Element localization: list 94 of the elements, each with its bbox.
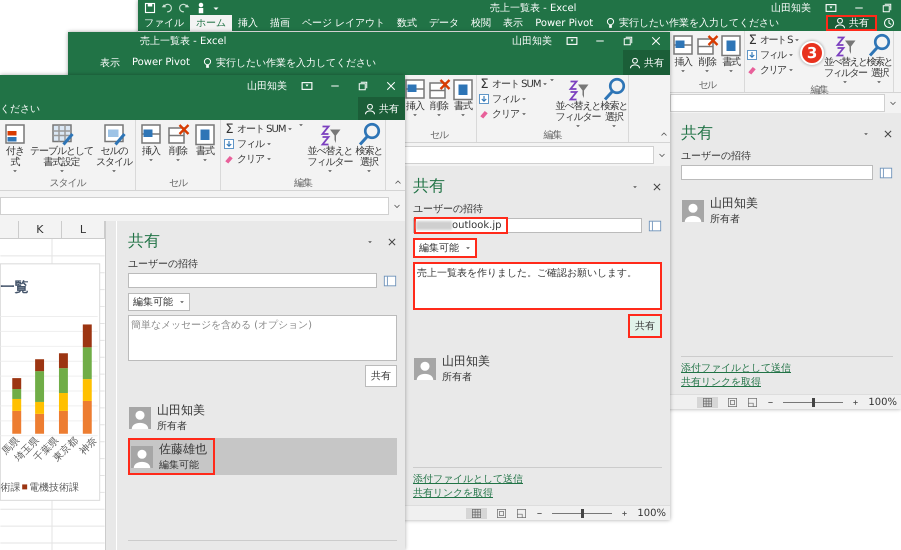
ribbon-button[interactable]: 検索と 選択 [600, 77, 628, 129]
link[interactable]: 共有リンクを取得 [413, 487, 662, 501]
group-label: スタイル [50, 178, 86, 190]
permission-dropdown[interactable]: 編集可能 [128, 293, 190, 311]
ribbon-tab[interactable]: 校閲 [465, 15, 498, 31]
share-button[interactable]: 共有 [628, 314, 662, 338]
ribbon-button[interactable]: 検索と 選択 [354, 122, 384, 174]
window-title: 売上一覧表 - Excel [140, 34, 226, 48]
person-name: 山田知美 [710, 195, 758, 212]
pane-title: 共有 [413, 176, 445, 197]
step-badge: 3 [800, 41, 824, 65]
field-label: ユーザーの招待 [128, 258, 199, 271]
message-field[interactable]: 売上一覧表を作りました。ご確認お願いします。 [413, 262, 662, 310]
ribbon-tab[interactable]: 表示 [497, 15, 530, 31]
window-title: 売上一覧表 - Excel [490, 2, 576, 14]
ribbon-button[interactable]: 削除 [695, 33, 719, 74]
person-row[interactable]: 山田知美 所有者 [128, 401, 397, 434]
email-text: outlook.jp [452, 220, 502, 231]
group-label: 編集 [810, 85, 828, 97]
person-role: 編集可能 [159, 458, 200, 472]
ribbon-tab[interactable]: データ [423, 15, 466, 31]
group-label: セル [698, 80, 716, 92]
ribbon-button[interactable]: クリア [746, 63, 800, 77]
chart-title: 一覧 [0, 280, 28, 296]
message-field[interactable]: 簡単なメッセージを含める (オプション) [128, 315, 397, 361]
ribbon-button[interactable]: クリア [478, 107, 548, 121]
user-name: 山田知美 [512, 34, 552, 48]
ribbon-button[interactable]: 並べ替えと フィルター [555, 77, 600, 129]
field-label: ユーザーの招待 [413, 202, 484, 216]
person-row[interactable]: 佐藤雄也 編集可能 [128, 438, 397, 475]
ribbon-button[interactable]: セルの スタイル [95, 122, 133, 174]
share-button[interactable]: 共有 [623, 50, 670, 75]
person-role: 所有者 [710, 212, 741, 226]
person-name: 山田知美 [442, 353, 490, 370]
invite-field[interactable]: outlook.jp [413, 218, 642, 233]
ribbon-tab[interactable]: 数式 [391, 15, 424, 31]
share-button[interactable]: 共有 [365, 365, 397, 387]
legend-label: 電機技術課 [29, 482, 80, 494]
zoom-level[interactable]: 100% [868, 396, 897, 408]
ribbon-tab[interactable]: 描画 [264, 15, 296, 31]
person-name: 佐藤雄也 [159, 441, 207, 458]
ribbon-tab[interactable]: ファイル [138, 15, 190, 31]
zoom-level[interactable]: 100% [637, 508, 666, 518]
ribbon-tab[interactable]: ページ レイアウト [296, 15, 392, 31]
ribbon-button[interactable]: クリア [223, 152, 294, 166]
ribbon-tab[interactable]: 挿入 [232, 15, 264, 31]
share-button[interactable]: 共有 [358, 97, 405, 120]
axis-label: 神奈 [78, 435, 100, 457]
ribbon-button[interactable]: フィル [478, 92, 548, 106]
ribbon-button[interactable]: 書式 [451, 77, 475, 118]
person-row[interactable]: 山田知美 所有者 [681, 194, 893, 227]
user-name: 山田知美 [247, 80, 287, 93]
tell-me-field[interactable]: 実行したい作業を入力してください [619, 16, 780, 30]
tell-me-field[interactable]: ください [0, 102, 40, 116]
permission-dropdown[interactable]: 編集可能 [413, 238, 477, 258]
ribbon-button[interactable]: 削除 [427, 77, 451, 118]
ribbon-button[interactable]: 並べ替えと フィルター [306, 122, 354, 174]
ribbon-button[interactable]: 挿入 [671, 33, 695, 74]
group-label: 編集 [544, 130, 562, 142]
ribbon-button[interactable]: 削除 [165, 122, 191, 163]
ribbon-tab[interactable]: Power Pivot [529, 15, 600, 31]
legend-label: 術課 [0, 482, 20, 494]
link[interactable]: 添付ファイルとして送信 [413, 473, 662, 487]
person-row[interactable]: 山田知美 所有者 [413, 352, 662, 385]
link[interactable]: 共有リンクを取得 [681, 376, 893, 390]
ribbon-button[interactable]: 付き 式 [2, 122, 28, 174]
column-header: K [18, 221, 62, 238]
ribbon-tab[interactable]: ホーム [190, 15, 232, 31]
person-name: 山田知美 [157, 402, 205, 419]
ribbon-button[interactable]: Σ オート SUM [223, 122, 294, 136]
tell-me-field[interactable]: 実行したい作業を入力してください [216, 56, 376, 70]
pane-title: 共有 [128, 231, 160, 252]
ribbon-button[interactable]: フィル [223, 137, 294, 151]
group-label: 編集 [294, 178, 312, 190]
ribbon-button[interactable]: 検索と 選択 [866, 33, 892, 85]
ribbon-tab[interactable]: 表示 [94, 50, 126, 75]
share-button[interactable]: 共有 [826, 15, 877, 31]
ribbon-button[interactable]: 並べ替えと フィルター [824, 33, 867, 85]
ribbon-button[interactable]: フィル [746, 48, 800, 62]
ribbon-button[interactable]: Σ オート SUM [478, 77, 548, 91]
person-role: 所有者 [157, 420, 188, 433]
user-name: 山田知美 [771, 2, 811, 14]
ribbon-button[interactable]: テーブルとして 書式設定 [29, 122, 94, 174]
ribbon-tab[interactable]: Power Pivot [126, 50, 196, 75]
pane-title: 共有 [681, 123, 713, 144]
ribbon-button[interactable]: 挿入 [138, 122, 164, 163]
link[interactable]: 添付ファイルとして送信 [681, 362, 893, 376]
ribbon-button[interactable]: Σ オート S [746, 33, 800, 47]
ribbon-button[interactable]: 書式 [192, 122, 218, 163]
ribbon-button[interactable]: 書式 [719, 33, 743, 74]
person-role: 所有者 [442, 370, 473, 384]
group-label: セル [169, 178, 187, 190]
field-label: ユーザーの招待 [681, 150, 752, 163]
group-label: セル [430, 130, 448, 142]
